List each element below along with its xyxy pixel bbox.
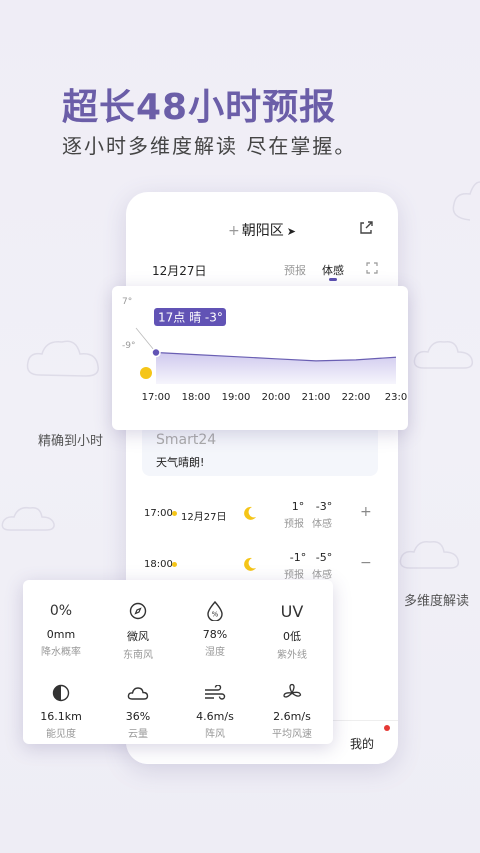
smart24-text: 天气晴朗! [156,456,205,469]
hourly-temperature-chart: 7° -9° 17点 晴 -3° 17:00 18:00 19:00 20:00 21:00 2… [112,286,408,430]
tab-forecast[interactable]: 预报 [284,262,306,278]
metric-avg-wind: 2.6m/s 平均风速 [254,682,330,740]
metric-label: 东南风 [123,650,153,661]
metric-value: 4.6m/s [196,710,234,723]
metric-label: 云量 [128,729,148,740]
x-tick-label: 22:00 [342,392,371,403]
fullscreen-icon[interactable] [366,262,378,274]
svg-text:%: % [212,611,219,619]
sun-dot-icon [172,511,177,516]
tooltip-text: 17点 晴 -3° [158,311,223,325]
background-cloud-icon [1,506,55,531]
metric-label: 阵风 [205,729,225,740]
temp-feel: -5° [315,551,333,564]
promo-subline: 逐小时多维度解读 尽在掌握。 [62,134,357,158]
metric-value: 16.1km [40,710,82,723]
metric-value: 36% [125,710,151,723]
label-feel: 体感 [312,570,332,581]
sun-dot-icon [172,562,177,567]
background-cloud-icon [399,540,460,569]
add-location-icon[interactable]: + [228,223,240,239]
expand-toggle[interactable]: + [360,504,372,520]
y-tick-label: -9° [122,341,135,351]
temperature-point [151,347,161,358]
metric-gust: 4.6m/s 阵风 [177,682,253,740]
weather-metrics-panel: 0% 0mm 降水概率 微风 东南风 % 78% 湿度 UV 0低 紫外线 16… [23,580,333,744]
y-tick-label: 7° [122,297,132,307]
metric-humidity: % 78% 湿度 [177,600,253,658]
sun-icon [140,367,152,379]
x-tick-label: 19:00 [222,392,251,403]
temp-forecast: -1° [289,551,307,564]
smart24-summary: Smart24 天气晴朗! [142,424,378,476]
background-cloud-icon [413,340,474,369]
x-tick-label: 20:00 [262,392,291,403]
x-tick-label: 23:0 [385,392,407,403]
tab-active-indicator [329,278,337,281]
background-cloud-icon [26,340,99,377]
metric-value: 2.6m/s [273,710,311,723]
wind-gust-icon [177,682,253,704]
metric-value: 0低 [283,630,301,643]
background-cloud-icon [452,181,480,221]
precipitation-percent-icon: 0% [49,603,73,619]
x-tick-label: 18:00 [182,392,211,403]
x-tick-label: 17:00 [142,392,171,403]
temp-feel: -3° [315,500,333,513]
label-forecast: 预报 [284,570,304,581]
hour-row[interactable]: 17:00 12月27日 1° -3° 预报 体感 + [126,496,398,536]
label-feel: 体感 [312,519,332,530]
notification-dot [384,725,390,731]
chart-svg: 7° -9° 17点 晴 -3° 17:00 18:00 19:00 20:00 21:00 2… [122,297,407,403]
metric-precipitation: 0% 0mm 降水概率 [23,600,99,658]
visibility-icon [23,682,99,704]
nav-mine[interactable]: 我的 [350,735,374,752]
metric-label: 降水概率 [41,647,81,658]
moon-icon [244,506,256,520]
cloud-icon [100,682,176,704]
label-multi-dimension: 多维度解读 [404,594,470,609]
metric-label: 平均风速 [272,729,312,740]
label-hourly-precision: 精确到小时 [38,434,104,449]
humidity-icon: % [177,600,253,622]
tab-feel[interactable]: 体感 [322,262,344,278]
label-forecast: 预报 [284,519,304,530]
temp-forecast: 1° [291,500,305,513]
hour-date: 12月27日 [181,512,227,523]
fan-icon [254,682,330,704]
x-tick-label: 21:00 [302,392,331,403]
collapse-toggle[interactable]: − [360,555,372,571]
promo-headline: 超长48小时预报 [62,87,337,128]
metric-cloud: 36% 云量 [100,682,176,740]
location-name: 朝阳区 [241,223,284,239]
uv-icon: UV [280,601,304,621]
compass-icon [100,600,176,622]
smart24-title: Smart24 [156,432,217,448]
metric-label: 紫外线 [277,650,307,661]
hour-time: 18:00 [144,559,173,570]
metric-visibility: 16.1km 能见度 [23,682,99,740]
metric-value: 78% [202,628,228,641]
metric-wind: 微风 东南风 [100,600,176,661]
location-arrow-icon: ➤ [286,225,296,238]
metric-value: 0mm [46,628,76,641]
temperature-area [156,352,396,384]
moon-icon [244,557,256,571]
share-icon[interactable] [358,220,374,236]
metric-uv: UV 0低 紫外线 [254,600,330,662]
date-label: 12月27日 [152,264,207,278]
metric-label: 能见度 [46,729,76,740]
hour-time: 17:00 [144,508,173,519]
metric-label: 湿度 [205,647,225,658]
metric-value: 微风 [127,630,149,643]
